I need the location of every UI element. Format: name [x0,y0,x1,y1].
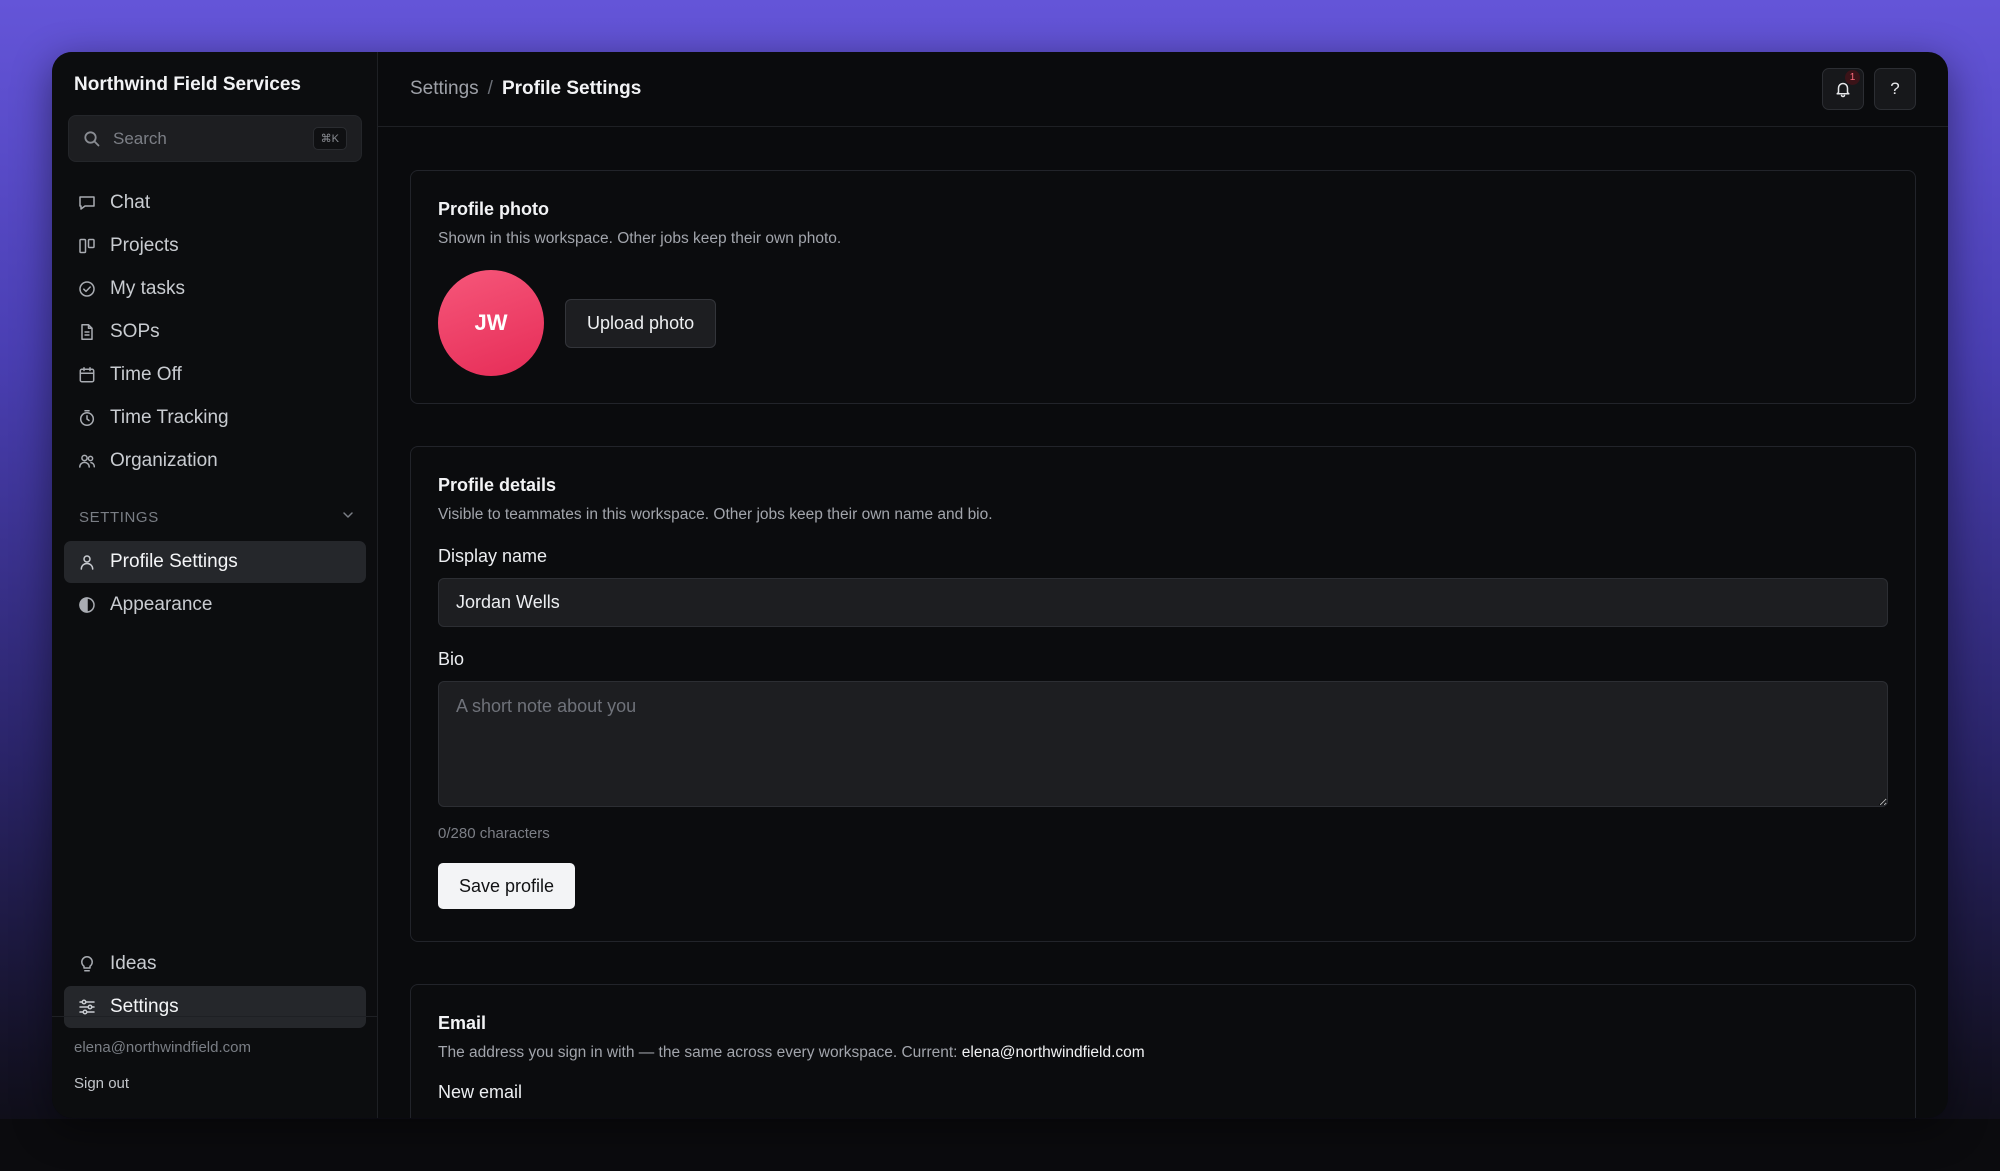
bio-field[interactable] [438,681,1888,807]
sidebar-item-label: Chat [110,192,151,213]
bio-char-count: 0/280 characters [438,825,550,842]
current-email: elena@northwindfield.com [961,1044,1145,1061]
sidebar-item-sops[interactable]: SOPs [64,311,366,353]
breadcrumb-current: Profile Settings [501,78,642,99]
settings-section-toggle[interactable]: SETTINGS [79,508,355,526]
search-shortcut: ⌘K [312,127,347,150]
account-email: elena@northwindfield.com [74,1039,251,1056]
profile-details-description: Visible to teammates in this workspace. … [438,506,993,523]
contrast-icon [78,596,96,614]
sidebar-item-label: Time Off [110,364,182,385]
sidebar-item-label: SOPs [110,321,160,342]
user-icon [78,553,96,571]
chat-icon [78,194,96,212]
sliders-icon [78,998,96,1016]
check-circle-icon [78,280,96,298]
topbar-actions: 1 ? [1822,68,1916,110]
document-icon [78,323,96,341]
main-nav: Chat Projects My tasks SOPs Time Off Tim… [64,182,366,483]
avatar: JW [438,270,544,376]
sidebar-item-my-tasks[interactable]: My tasks [64,268,366,310]
lightbulb-icon [78,955,96,973]
sidebar-item-label: Organization [110,450,218,471]
settings-content: Profile photo Shown in this workspace. O… [378,127,1948,1118]
notifications-button[interactable]: 1 [1822,68,1864,110]
profile-details-title: Profile details [438,475,557,495]
sidebar-item-label: My tasks [110,278,185,299]
app-window: Northwind Field Services Search ⌘K Chat … [52,52,1948,1118]
help-button[interactable]: ? [1874,68,1916,110]
sidebar-item-appearance[interactable]: Appearance [64,584,366,626]
main-content: Settings / Profile Settings 1 ? Profile [378,52,1948,1118]
photo-row: JW Upload photo [438,270,1888,376]
topbar: Settings / Profile Settings 1 ? [378,52,1948,127]
email-title: Email [438,1013,487,1033]
bio-label: Bio [438,649,465,669]
sidebar-footer: elena@northwindfield.com Sign out [52,1016,377,1118]
sidebar-item-label: Time Tracking [110,407,229,428]
sidebar-item-label: Projects [110,235,179,256]
calendar-icon [78,366,96,384]
email-card: Email The address you sign in with — the… [410,984,1916,1118]
display-name-label: Display name [438,546,548,566]
sidebar-item-time-off[interactable]: Time Off [64,354,366,396]
search-icon [83,130,101,148]
search-placeholder: Search [113,128,167,148]
save-profile-button[interactable]: Save profile [438,863,576,909]
breadcrumb: Settings / Profile Settings [410,78,641,100]
workspace-name[interactable]: Northwind Field Services [74,74,301,96]
chevron-down-icon [341,508,355,526]
profile-photo-title: Profile photo [438,199,549,219]
sign-out-link[interactable]: Sign out [74,1075,355,1092]
settings-section-label: SETTINGS [79,508,159,526]
display-name-field[interactable] [438,578,1888,627]
profile-details-card: Profile details Visible to teammates in … [410,446,1916,942]
projects-icon [78,237,96,255]
settings-nav: Profile Settings Appearance [64,541,366,627]
sidebar: Northwind Field Services Search ⌘K Chat … [52,52,378,1118]
breadcrumb-parent[interactable]: Settings [410,78,479,100]
sidebar-item-profile-settings[interactable]: Profile Settings [64,541,366,583]
sidebar-item-label: Appearance [110,594,213,615]
sidebar-item-time-tracking[interactable]: Time Tracking [64,397,366,439]
sidebar-item-label: Profile Settings [110,551,238,572]
desktop-bottom-strip [0,1119,2000,1171]
email-description-text: The address you sign in with — the same … [438,1044,958,1061]
notification-badge: 1 [1845,70,1860,85]
sidebar-item-chat[interactable]: Chat [64,182,366,224]
stopwatch-icon [78,409,96,427]
email-description: The address you sign in with — the same … [438,1044,1888,1062]
sidebar-item-label: Settings [110,996,179,1017]
upload-photo-button[interactable]: Upload photo [565,298,717,348]
sidebar-item-ideas[interactable]: Ideas [64,943,366,985]
breadcrumb-separator: / [487,78,493,99]
profile-photo-description: Shown in this workspace. Other jobs keep… [438,230,842,247]
help-icon: ? [1890,79,1900,98]
sidebar-item-projects[interactable]: Projects [64,225,366,267]
users-icon [78,452,96,470]
profile-photo-card: Profile photo Shown in this workspace. O… [410,170,1916,404]
sidebar-item-organization[interactable]: Organization [64,440,366,482]
sidebar-item-label: Ideas [110,953,157,974]
search-input[interactable]: Search ⌘K [68,115,362,162]
new-email-label: New email [438,1082,523,1102]
